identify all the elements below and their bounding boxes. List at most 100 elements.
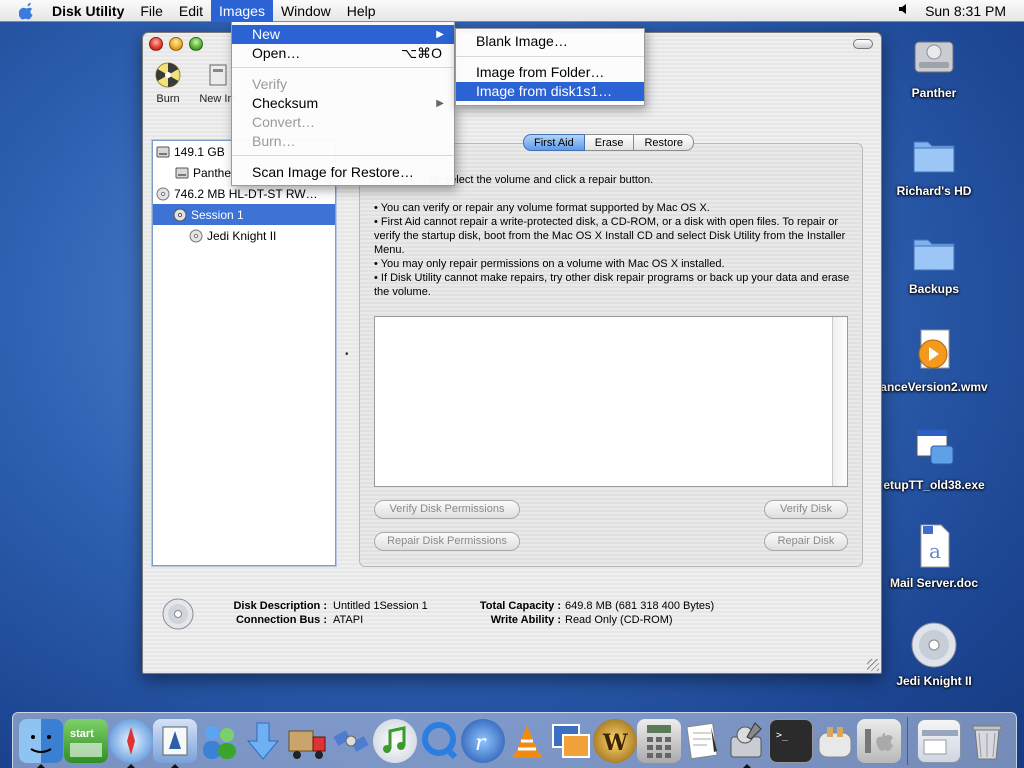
safari-icon[interactable] xyxy=(109,719,153,763)
tab-restore[interactable]: Restore xyxy=(634,134,695,151)
menu-clock[interactable]: Sun 8:31 PM xyxy=(911,3,1024,19)
running-indicator xyxy=(743,764,751,768)
desktop-icon-label: etupTT_old38.exe xyxy=(883,478,985,492)
satellite-icon[interactable] xyxy=(329,719,373,763)
repair-disk-permissions-button[interactable]: Repair Disk Permissions xyxy=(374,532,520,551)
realplayer-icon[interactable]: r xyxy=(461,719,505,763)
verify-disk-button[interactable]: Verify Disk xyxy=(764,500,848,519)
resize-handle[interactable] xyxy=(867,659,879,671)
menu-item-new[interactable]: New ▶ xyxy=(232,25,454,44)
disk-row-label: 746.2 MB HL-DT-ST RW… xyxy=(174,186,318,201)
menu-item-convert: Convert… xyxy=(232,113,454,132)
desktop-icon-label: anceVersion2.wmv xyxy=(880,380,988,394)
menu-item-scan-image[interactable]: Scan Image for Restore… xyxy=(232,163,454,182)
hard-drive-icon xyxy=(156,145,170,159)
dock: start r W >_ xyxy=(12,712,1017,768)
bullet-text: • You can verify or repair any volume fo… xyxy=(374,202,710,214)
desktop-icon-label: Panther xyxy=(911,86,957,100)
volume-row[interactable]: Jedi Knight II xyxy=(153,225,335,246)
ichat-icon[interactable] xyxy=(197,719,241,763)
session-row-label: Session 1 xyxy=(191,207,244,222)
first-aid-pane: id, select the volume and click a repair… xyxy=(359,143,863,567)
mail-icon[interactable] xyxy=(153,719,197,763)
images-menu: New ▶ Open… ⌥⌘O Verify Checksum ▶ Conver… xyxy=(231,22,455,186)
verify-disk-permissions-button[interactable]: Verify Disk Permissions xyxy=(374,500,520,519)
system-prefs-icon[interactable] xyxy=(857,719,901,763)
itunes-icon[interactable] xyxy=(373,719,417,763)
desktop-icon-panther[interactable]: Panther xyxy=(879,32,989,100)
menu-item-label: Convert… xyxy=(252,114,316,130)
disk-utility-icon[interactable] xyxy=(725,719,769,763)
desktop-icon-backups[interactable]: Backups xyxy=(879,228,989,296)
menu-images[interactable]: Images xyxy=(211,0,273,22)
menu-bar: Disk Utility File Edit Images Window Hel… xyxy=(0,0,1024,22)
terminal-icon[interactable]: >_ xyxy=(769,719,813,763)
menu-item-open[interactable]: Open… ⌥⌘O xyxy=(232,44,454,63)
zoom-window-button[interactable] xyxy=(189,37,203,51)
svg-text:a: a xyxy=(929,539,941,563)
finder-icon[interactable] xyxy=(19,719,63,763)
delivery-icon[interactable] xyxy=(285,719,329,763)
menu-item-checksum[interactable]: Checksum ▶ xyxy=(232,94,454,113)
burn-label: Burn xyxy=(156,93,180,105)
window-minimized-icon[interactable] xyxy=(917,719,961,763)
desktop-icon-label: Jedi Knight II xyxy=(896,674,972,688)
menu-item-blank-image[interactable]: Blank Image… xyxy=(456,32,644,51)
menu-separator xyxy=(456,56,644,57)
desktop-icon-wmv[interactable]: anceVersion2.wmv xyxy=(879,326,989,394)
tab-first-aid[interactable]: First Aid xyxy=(523,134,585,151)
textedit-icon[interactable] xyxy=(681,719,725,763)
quicktime-icon[interactable] xyxy=(417,719,461,763)
svg-text:r: r xyxy=(475,731,487,756)
results-log[interactable] xyxy=(374,316,848,487)
start-icon[interactable]: start xyxy=(64,719,108,763)
close-window-button[interactable] xyxy=(149,37,163,51)
menu-item-label: Checksum xyxy=(252,95,319,111)
warcraft-icon[interactable]: W xyxy=(593,719,637,763)
iphoto-icon[interactable] xyxy=(549,719,593,763)
apple-menu-icon[interactable] xyxy=(12,0,42,22)
desktop-icon-jedi-knight[interactable]: Jedi Knight II xyxy=(879,620,989,688)
disk-row[interactable]: 746.2 MB HL-DT-ST RW… xyxy=(153,183,335,204)
menu-item-image-from-folder[interactable]: Image from Folder… xyxy=(456,63,644,82)
menu-item-label: Scan Image for Restore… xyxy=(252,164,414,180)
splitter-handle[interactable]: • xyxy=(345,349,349,360)
folder-icon xyxy=(909,130,959,180)
menu-edit[interactable]: Edit xyxy=(171,0,211,22)
log-scrollbar[interactable] xyxy=(832,317,847,486)
new-submenu: Blank Image… Image from Folder… Image fr… xyxy=(455,28,645,106)
desktop-icon-mail-server-doc[interactable]: a Mail Server.doc xyxy=(879,522,989,590)
disk-row-label: 149.1 GB xyxy=(174,144,225,159)
menu-app-name[interactable]: Disk Utility xyxy=(42,0,132,22)
burn-button[interactable]: Burn xyxy=(143,61,193,105)
desktop-icon-exe[interactable]: etupTT_old38.exe xyxy=(879,424,989,492)
menu-item-burn: Burn… xyxy=(232,132,454,151)
toaster-icon[interactable] xyxy=(813,719,857,763)
disk-info-panel: Disk Description : Untitled 1Session 1 C… xyxy=(157,593,857,643)
menu-item-image-from-disk[interactable]: Image from disk1s1… xyxy=(456,82,644,101)
menu-window[interactable]: Window xyxy=(273,0,339,22)
toolbar-toggle-button[interactable] xyxy=(853,39,873,49)
volume-icon[interactable] xyxy=(897,2,911,19)
menu-item-shortcut: ⌥⌘O xyxy=(400,45,442,61)
connection-bus-label: Connection Bus : xyxy=(235,614,327,626)
repair-disk-button[interactable]: Repair Disk xyxy=(764,532,848,551)
disk-description-value: Untitled 1Session 1 xyxy=(333,600,428,612)
minimize-window-button[interactable] xyxy=(169,37,183,51)
media-file-icon xyxy=(909,326,959,376)
menu-help[interactable]: Help xyxy=(339,0,384,22)
cd-icon xyxy=(189,229,203,243)
volume-row-label: Jedi Knight II xyxy=(207,228,277,243)
downloads-icon[interactable] xyxy=(241,719,285,763)
menu-file[interactable]: File xyxy=(132,0,171,22)
burn-icon xyxy=(154,61,182,89)
desktop-icon-richards-hd[interactable]: Richard's HD xyxy=(879,130,989,198)
menu-item-label: Open… xyxy=(252,45,301,61)
vlc-icon[interactable] xyxy=(505,719,549,763)
new-image-icon xyxy=(204,61,232,89)
session-row[interactable]: Session 1 xyxy=(153,204,335,225)
tab-erase[interactable]: Erase xyxy=(584,134,635,151)
hard-drive-icon xyxy=(909,32,959,82)
calculator-icon[interactable] xyxy=(637,719,681,763)
trash-icon[interactable] xyxy=(965,719,1009,763)
